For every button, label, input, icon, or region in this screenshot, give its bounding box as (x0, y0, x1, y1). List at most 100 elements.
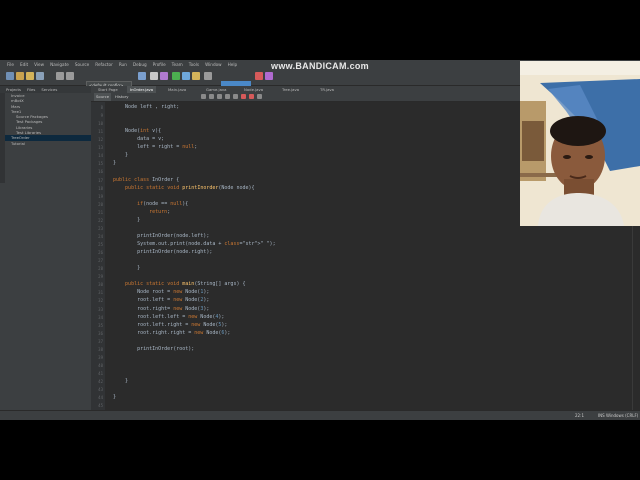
line-number: 16 (98, 169, 103, 175)
cursor-position: 22:1 (575, 413, 584, 418)
line-number: 9 (100, 113, 103, 119)
code-line: public class InOrder { (113, 176, 180, 183)
line-number: 23 (98, 225, 103, 231)
line-number: 43 (98, 387, 103, 393)
open-project-icon[interactable] (26, 72, 34, 80)
debug-icon[interactable] (182, 72, 190, 80)
editor-tab[interactable]: Start Page (95, 86, 121, 93)
line-number: 27 (98, 258, 103, 264)
line-number: 41 (98, 370, 103, 376)
line-number: 38 (98, 346, 103, 352)
line-number: 40 (98, 362, 103, 368)
line-number: 21 (98, 209, 103, 215)
line-number: 13 (98, 145, 103, 151)
line-number: 35 (98, 322, 103, 328)
code-line: printInOrder(node.right); (113, 249, 213, 256)
run-icon[interactable] (172, 72, 180, 80)
panel-tab-services[interactable]: Services (41, 86, 57, 93)
clean-build-icon[interactable] (160, 72, 168, 80)
gc-icon[interactable] (255, 72, 263, 80)
code-line: data = v; (113, 136, 165, 143)
build-hammer-icon[interactable] (150, 72, 158, 80)
line-number: 36 (98, 330, 103, 336)
find-icon[interactable] (217, 94, 222, 99)
line-number: 44 (98, 395, 103, 401)
line-number: 25 (98, 242, 103, 248)
redo-icon[interactable] (66, 72, 74, 80)
source-tab[interactable]: Source (94, 93, 112, 101)
code-line: public static void main(String[] args) { (125, 281, 246, 288)
bookmark-icon[interactable] (233, 94, 238, 99)
profile-ide-icon[interactable] (265, 72, 273, 80)
more-tools-icon[interactable] (204, 72, 212, 80)
line-number: 34 (98, 314, 103, 320)
editor-tab[interactable]: InOrder.java (127, 86, 157, 93)
project-tree: Invoice mBotX Mars Tree1 Source Packages Test… (0, 93, 91, 146)
save-all-icon[interactable] (36, 72, 44, 80)
line-number: 37 (98, 338, 103, 344)
code-line: if(node == null){ (137, 200, 189, 207)
line-number: 26 (98, 250, 103, 256)
status-bar: 22:1 INS Windows (CRLF) (0, 410, 640, 420)
editor-tab[interactable]: Main.java (165, 86, 189, 93)
line-number: 33 (98, 306, 103, 312)
insert-mode: INS Windows (CRLF) (598, 413, 639, 418)
line-number: 24 (98, 233, 103, 239)
editor-tab[interactable]: Node.java (241, 86, 266, 93)
code-line: root.left.left = new Node(4); (113, 313, 225, 320)
side-strip (0, 93, 5, 183)
new-project-icon[interactable] (16, 72, 24, 80)
code-line: root.left.right = new Node(5); (113, 321, 228, 328)
code-line: root.right= new Node(3); (113, 305, 210, 312)
panel-tabs: Projects Files Services (0, 86, 91, 93)
code-line: root.right.right = new Node(6); (113, 329, 231, 336)
line-number: 28 (98, 266, 103, 272)
projects-panel: Projects Files Services Invoice mBotX Mars Tr… (0, 86, 91, 410)
set-config-icon[interactable] (138, 72, 146, 80)
line-number: 42 (98, 379, 103, 385)
editor-tab[interactable]: Tree.java (279, 86, 302, 93)
line-number: 12 (98, 137, 103, 143)
line-number: 31 (98, 290, 103, 296)
panel-tab-projects[interactable]: Projects (6, 86, 21, 93)
code-line: } (113, 265, 141, 272)
line-number: 18 (98, 185, 103, 191)
code-line: } (113, 216, 141, 223)
profile-icon[interactable] (192, 72, 200, 80)
line-number: 30 (98, 282, 103, 288)
line-number: 19 (98, 193, 103, 199)
webcam-person-image (520, 61, 640, 226)
line-number: 32 (98, 298, 103, 304)
line-number: 17 (98, 177, 103, 183)
editor-tab[interactable]: TR.java (317, 86, 337, 93)
history-tab[interactable]: History (113, 93, 131, 101)
line-number: 15 (98, 161, 103, 167)
line-number: 39 (98, 354, 103, 360)
code-line: printInOrder(node.left); (113, 232, 210, 239)
toggle-highlight-icon[interactable] (225, 94, 230, 99)
tree-item[interactable]: Tutorial (0, 141, 91, 146)
code-line: left = right = null; (113, 144, 198, 151)
code-line: Node(int v){ (113, 128, 162, 135)
forward-icon[interactable] (209, 94, 214, 99)
editor-tab[interactable]: Game.java (203, 86, 229, 93)
line-number: 14 (98, 153, 103, 159)
back-icon[interactable] (201, 94, 206, 99)
code-line: return; (149, 208, 171, 215)
new-file-icon[interactable] (6, 72, 14, 80)
panel-tab-files[interactable]: Files (27, 86, 35, 93)
line-number-gutter: 8 9 10 11 12 13 14 15 16 17 18 19 20 21 22 23 24 25 26 27 28… (91, 102, 105, 410)
code-line: Node root = new Node(1); (113, 289, 210, 296)
webcam-overlay (520, 61, 640, 226)
undo-icon[interactable] (56, 72, 64, 80)
stop-macro-icon[interactable] (241, 94, 246, 99)
code-line: } (113, 378, 129, 385)
line-number: 29 (98, 274, 103, 280)
record-macro-icon[interactable] (249, 94, 254, 99)
code-line: printInOrder(root); (113, 345, 195, 352)
line-number: 11 (98, 129, 103, 135)
comment-icon[interactable] (257, 94, 262, 99)
code-line: root.left = new Node(2); (113, 297, 210, 304)
line-number: 8 (100, 105, 103, 110)
code-line: } (113, 160, 117, 167)
